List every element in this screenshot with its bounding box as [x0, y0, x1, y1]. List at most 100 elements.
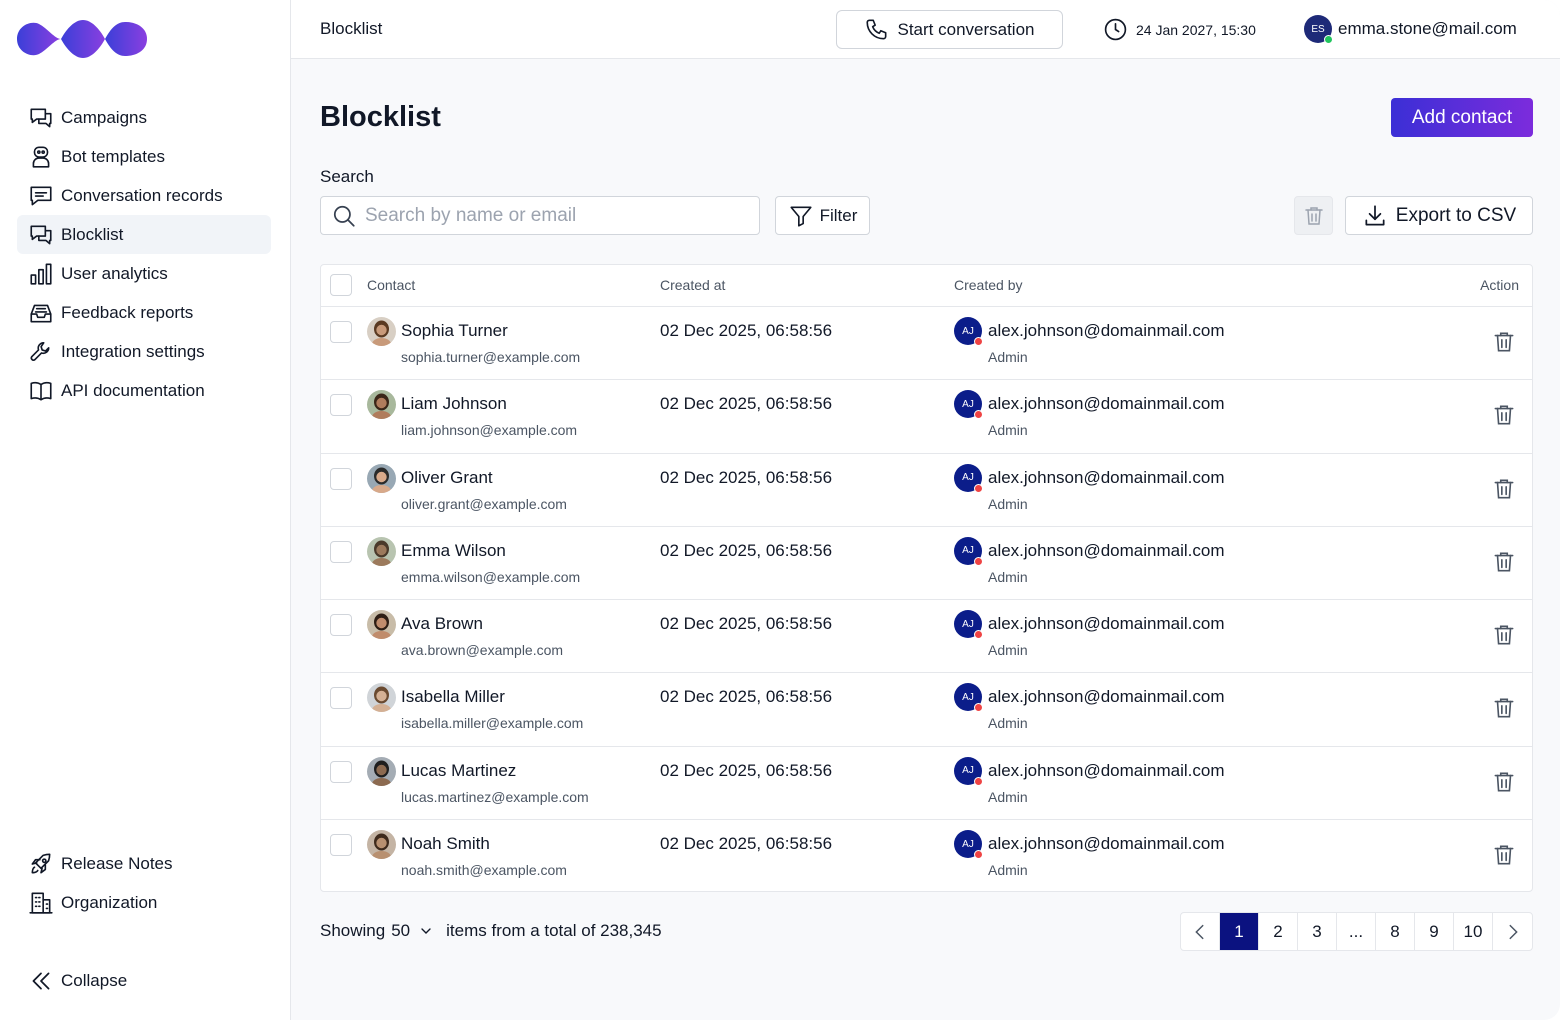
table-header: Contact Created at Created by Action: [321, 265, 1532, 307]
column-header-created-at[interactable]: Created at: [660, 277, 725, 293]
contact-email: ava.brown@example.com: [401, 642, 564, 659]
next-page-button[interactable]: [1493, 913, 1532, 950]
sidebar-item-feedback-reports[interactable]: Feedback reports: [17, 293, 271, 332]
page-size-select[interactable]: 50: [391, 921, 446, 941]
offline-status-dot: [974, 556, 983, 566]
sidebar: Campaigns Bot templates Conversation recor…: [0, 0, 291, 1020]
sidebar-item-label: Campaigns: [61, 107, 147, 127]
created-at: 02 Dec 2025, 06:58:56: [660, 687, 833, 707]
export-csv-button[interactable]: Export to CSV: [1345, 196, 1533, 235]
sidebar-item-label: Organization: [61, 892, 158, 912]
creator-initials: AJ: [962, 325, 974, 337]
row-checkbox[interactable]: [330, 834, 352, 857]
sidebar-item-blocklist[interactable]: Blocklist: [17, 215, 271, 254]
row-checkbox[interactable]: [330, 687, 352, 710]
creator-email: alex.johnson@domainmail.com: [988, 614, 1225, 634]
column-header-contact[interactable]: Contact: [367, 277, 415, 293]
search-field[interactable]: [320, 196, 760, 235]
sidebar-item-integration-settings[interactable]: Integration settings: [17, 332, 271, 371]
sidebar-item-label: Release Notes: [61, 853, 173, 873]
chevron-down-icon: [421, 928, 431, 934]
search-input[interactable]: [365, 204, 745, 227]
table-row: Lucas Martinez lucas.martinez@example.com…: [321, 747, 1532, 821]
page-button[interactable]: 8: [1376, 913, 1415, 950]
trash-icon[interactable]: [1491, 549, 1517, 575]
sidebar-item-label: API documentation: [61, 380, 205, 400]
row-checkbox[interactable]: [330, 394, 352, 417]
main-area: Blocklist Start conversation 24 Jan 2027…: [291, 0, 1560, 1020]
created-at: 02 Dec 2025, 06:58:56: [660, 394, 833, 414]
chevron-left-icon: [1195, 924, 1204, 939]
add-contact-button[interactable]: Add contact: [1391, 98, 1533, 137]
page-button[interactable]: 10: [1454, 913, 1493, 950]
offline-status-dot: [974, 703, 983, 713]
creator-email: alex.johnson@domainmail.com: [988, 760, 1225, 780]
sidebar-item-release-notes[interactable]: Release Notes: [17, 844, 271, 883]
export-label: Export to CSV: [1395, 204, 1517, 226]
creator-avatar: AJ: [954, 463, 983, 493]
row-checkbox[interactable]: [330, 467, 352, 490]
creator-initials: AJ: [962, 765, 974, 777]
creator-role: Admin: [988, 495, 1028, 512]
created-at: 02 Dec 2025, 06:58:56: [660, 321, 833, 340]
page-button[interactable]: 9: [1415, 913, 1454, 950]
rocket-icon: [31, 852, 51, 873]
page-number: 8: [1390, 921, 1400, 941]
creator-initials: AJ: [962, 398, 974, 410]
trash-icon[interactable]: [1491, 695, 1517, 721]
select-all-checkbox[interactable]: [330, 274, 352, 296]
contact-avatar: [367, 390, 396, 420]
prev-page-button[interactable]: [1181, 913, 1220, 950]
creator-initials: AJ: [962, 545, 974, 557]
sidebar-item-campaigns[interactable]: Campaigns: [17, 98, 271, 137]
page-button[interactable]: 1: [1220, 913, 1259, 950]
pagination-summary: Showing 50 items from a total of 238,345: [320, 921, 662, 941]
created-at: 02 Dec 2025, 06:58:56: [660, 467, 833, 487]
showing-suffix: items from a total of 238,345: [446, 921, 662, 940]
row-checkbox[interactable]: [330, 321, 352, 343]
page-title: Blocklist: [320, 101, 441, 133]
created-at: 02 Dec 2025, 06:58:56: [660, 760, 833, 780]
row-checkbox[interactable]: [330, 540, 352, 563]
contact-name: Lucas Martinez: [401, 760, 517, 780]
page-button[interactable]: ...: [1337, 913, 1376, 950]
sidebar-item-bot-templates[interactable]: Bot templates: [17, 137, 271, 176]
table-row: Noah Smith noah.smith@example.com 02 Dec 2…: [321, 820, 1532, 891]
created-at: 02 Dec 2025, 06:58:56: [660, 540, 833, 560]
offline-status-dot: [974, 850, 983, 860]
logo-icon[interactable]: [17, 20, 147, 58]
creator-role: Admin: [988, 568, 1028, 585]
building-icon: [29, 891, 53, 914]
start-conversation-button[interactable]: Start conversation: [836, 10, 1063, 49]
contact-email: emma.wilson@example.com: [401, 568, 581, 585]
page-button[interactable]: 3: [1298, 913, 1337, 950]
contact-avatar: [367, 683, 396, 713]
trash-icon[interactable]: [1491, 329, 1517, 355]
collapse-button[interactable]: Collapse: [17, 961, 271, 1000]
chevrons-left-icon: [32, 972, 50, 989]
created-at: 02 Dec 2025, 06:58:56: [660, 614, 833, 634]
trash-icon[interactable]: [1491, 476, 1517, 502]
trash-icon[interactable]: [1491, 769, 1517, 795]
contact-email: oliver.grant@example.com: [401, 495, 567, 512]
sidebar-item-label: Feedback reports: [61, 302, 194, 322]
bulk-delete-button[interactable]: [1294, 196, 1333, 235]
row-checkbox[interactable]: [330, 614, 352, 637]
row-checkbox[interactable]: [330, 760, 352, 783]
avatar-initials: ES: [1311, 23, 1325, 35]
sidebar-item-organization[interactable]: Organization: [17, 883, 271, 922]
page-button[interactable]: 2: [1259, 913, 1298, 950]
sidebar-item-user-analytics[interactable]: User analytics: [17, 254, 271, 293]
column-header-created-by[interactable]: Created by: [954, 277, 1022, 293]
filter-button[interactable]: Filter: [775, 196, 870, 235]
trash-icon[interactable]: [1491, 842, 1517, 868]
sidebar-item-label: Conversation records: [61, 185, 223, 205]
chat-bubbles-icon: [30, 108, 52, 127]
sidebar-item-label: User analytics: [61, 263, 168, 283]
sidebar-item-conversation-records[interactable]: Conversation records: [17, 176, 271, 215]
sidebar-item-api-documentation[interactable]: API documentation: [17, 371, 271, 410]
trash-icon[interactable]: [1491, 622, 1517, 648]
user-menu[interactable]: ES emma.stone@mail.com: [1304, 15, 1517, 44]
trash-icon[interactable]: [1491, 402, 1517, 428]
datetime-text: 24 Jan 2027, 15:30: [1136, 21, 1256, 38]
